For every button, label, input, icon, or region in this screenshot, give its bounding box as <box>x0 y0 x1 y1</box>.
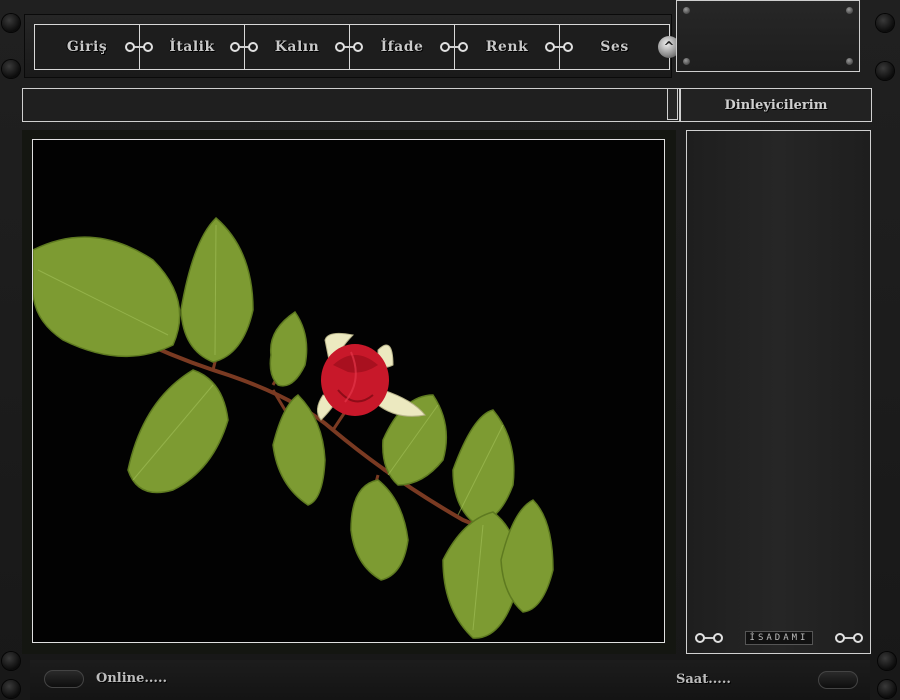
brand-label: İSADAMI <box>744 631 814 645</box>
bolt-icon <box>878 680 896 698</box>
chevron-up-icon: ^ <box>663 39 675 55</box>
bolt-icon <box>876 14 894 32</box>
nav-item-label: Ses <box>600 39 629 55</box>
rose-illustration <box>33 140 664 642</box>
link-icon <box>695 633 723 643</box>
link-icon <box>125 42 153 52</box>
nav-item-kalin[interactable]: Kalın <box>245 25 363 69</box>
formatting-nav: Giriş İtalik Kalın İfade Renk Ses <box>34 24 670 70</box>
link-icon <box>230 42 258 52</box>
nav-item-label: İtalik <box>169 39 215 55</box>
nav-item-ifade[interactable]: İfade <box>350 25 468 69</box>
bolt-icon <box>876 62 894 80</box>
chat-window: Giriş İtalik Kalın İfade Renk Ses ^ Dinl… <box>0 0 900 700</box>
link-icon <box>545 42 573 52</box>
bolt-icon <box>2 652 20 670</box>
screw-icon <box>846 58 853 65</box>
bolt-icon <box>2 680 20 698</box>
online-toggle[interactable] <box>44 670 84 688</box>
nav-item-label: Renk <box>485 39 529 55</box>
listeners-header: Dinleyicilerim <box>680 88 872 122</box>
listeners-panel <box>686 130 871 654</box>
bolt-icon <box>878 652 896 670</box>
bolt-icon <box>2 60 20 78</box>
link-icon <box>440 42 468 52</box>
listeners-title: Dinleyicilerim <box>724 97 828 113</box>
nav-item-label: Giriş <box>66 39 108 55</box>
link-icon <box>335 42 363 52</box>
send-button[interactable] <box>667 88 678 120</box>
nav-item-giris[interactable]: Giriş <box>35 25 153 69</box>
bolt-icon <box>2 14 20 32</box>
online-status: Online..... <box>96 671 168 686</box>
message-input[interactable] <box>22 88 680 122</box>
nav-item-label: Kalın <box>274 39 320 55</box>
screw-icon <box>683 58 690 65</box>
clock-toggle[interactable] <box>818 671 858 689</box>
logo-plate <box>676 0 860 72</box>
screw-icon <box>846 7 853 14</box>
nav-item-italik[interactable]: İtalik <box>140 25 258 69</box>
rose-image <box>32 139 665 643</box>
side-footer: İSADAMI <box>694 628 864 648</box>
clock-label: Saat..... <box>676 672 731 687</box>
nav-item-renk[interactable]: Renk <box>455 25 573 69</box>
link-icon <box>835 633 863 643</box>
nav-item-label: İfade <box>380 39 424 55</box>
nav-item-ses[interactable]: Ses <box>560 25 669 69</box>
screw-icon <box>683 7 690 14</box>
